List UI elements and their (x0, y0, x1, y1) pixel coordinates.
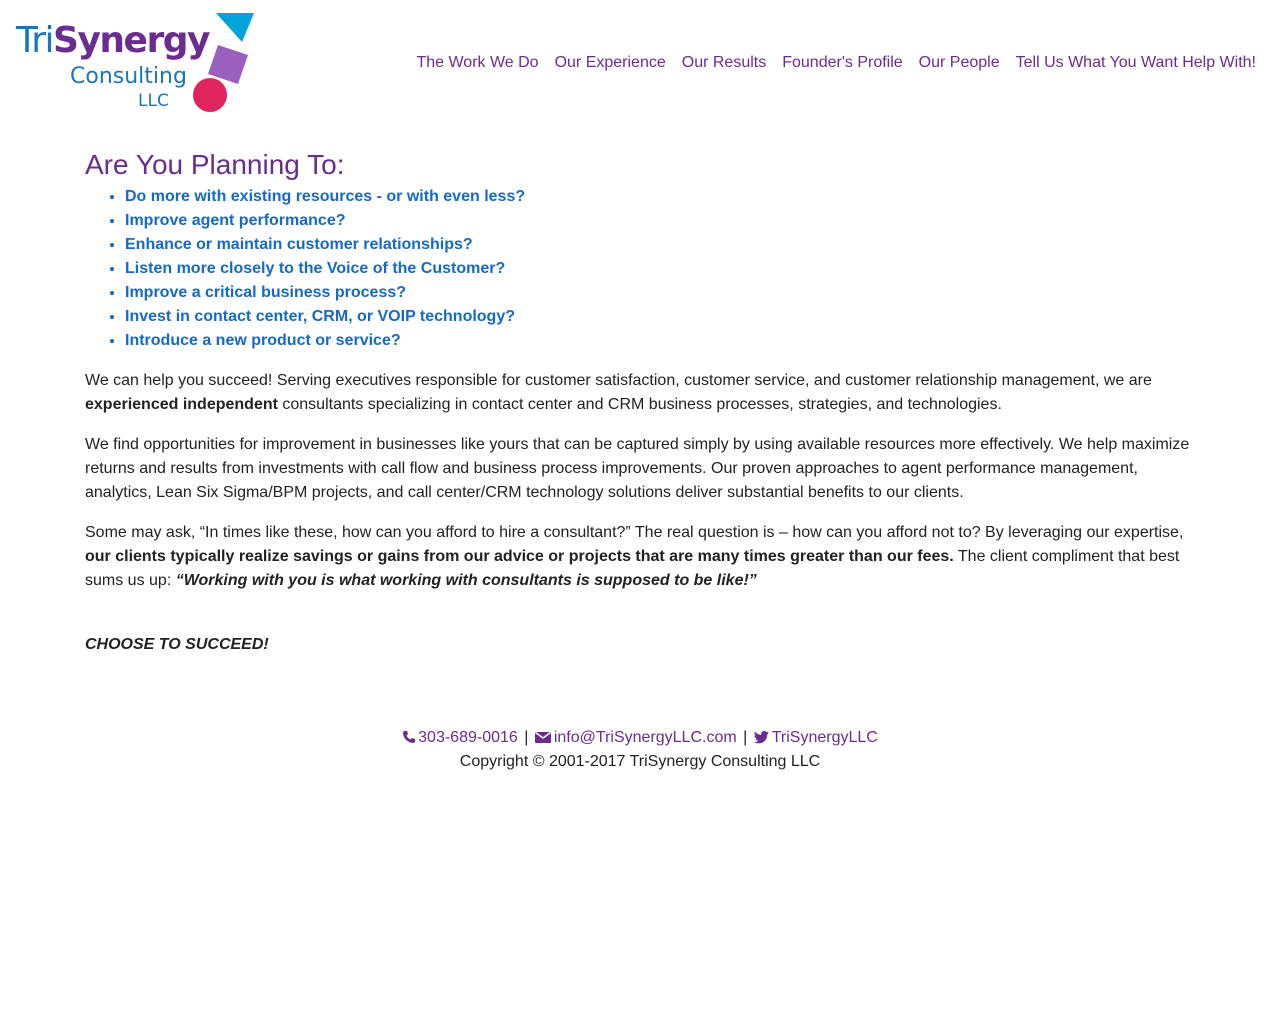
logo-text-tri: Tri (15, 20, 53, 61)
main-nav: The Work We Do Our Experience Our Result… (416, 54, 1256, 72)
phone-icon (403, 731, 416, 743)
nav-our-results[interactable]: Our Results (666, 54, 766, 72)
client-quote: “Working with you is what working with c… (175, 572, 757, 589)
nav-tell-us-help[interactable]: Tell Us What You Want Help With! (1000, 54, 1256, 72)
nav-our-people[interactable]: Our People (903, 54, 1000, 72)
planning-item: Enhance or maintain customer relationshi… (125, 233, 1200, 257)
svg-text:TriSynergy: TriSynergy (15, 20, 210, 61)
nav-founders-profile[interactable]: Founder's Profile (766, 54, 902, 72)
planning-item: Improve agent performance? (125, 209, 1200, 233)
planning-list: Do more with existing resources - or wit… (85, 185, 1200, 353)
page-heading: Are You Planning To: (85, 149, 345, 180)
nav-the-work-we-do[interactable]: The Work We Do (416, 54, 538, 72)
intro-paragraph: We can help you succeed! Serving executi… (85, 369, 1200, 417)
phone-number: 303-689-0016 (418, 729, 518, 746)
email-link[interactable]: info@TriSynergyLLC.com (534, 729, 737, 746)
copyright: Copyright © 2001-2017 TriSynergy Consult… (459, 753, 821, 770)
twitter-handle: TriSynergyLLC (771, 729, 878, 746)
intro-text-1: We can help you succeed! Serving executi… (85, 372, 1152, 389)
phone-link[interactable]: 303-689-0016 (402, 729, 518, 746)
planning-item: Invest in contact center, CRM, or VOIP t… (125, 305, 1200, 329)
logo-graphic: TriSynergy Consulting LLC (15, 13, 254, 112)
intro-bold: experienced independent (85, 396, 278, 413)
email-address: info@TriSynergyLLC.com (553, 729, 737, 746)
logo-text-llc: LLC (138, 91, 169, 111)
planning-item: Do more with existing resources - or wit… (125, 185, 1200, 209)
header: TriSynergy Consulting LLC The Work We Do… (0, 0, 1280, 130)
opportunities-paragraph: We find opportunities for improvement in… (85, 436, 1190, 501)
envelope-icon (534, 731, 551, 743)
trisynergy-logo[interactable]: TriSynergy Consulting LLC (14, 10, 259, 118)
value-paragraph: Some may ask, “In times like these, how … (85, 521, 1200, 593)
footer-separator: | (524, 729, 529, 746)
value-bold: our clients typically realize savings or… (85, 548, 954, 565)
planning-item: Improve a critical business process? (125, 281, 1200, 305)
logo-text-synergy: Synergy (53, 20, 210, 61)
value-text-1: Some may ask, “In times like these, how … (85, 524, 1184, 541)
logo-text-consulting: Consulting (70, 64, 187, 89)
planning-item: Introduce a new product or service? (125, 329, 1200, 353)
twitter-link[interactable]: TriSynergyLLC (753, 729, 878, 746)
intro-text-2: consultants specializing in contact cent… (277, 396, 1002, 413)
contact-line: 303-689-0016 | info@TriSynergyLLC.com | … (0, 726, 1280, 750)
nav-our-experience[interactable]: Our Experience (539, 54, 666, 72)
twitter-icon (753, 731, 769, 744)
footer: 303-689-0016 | info@TriSynergyLLC.com | … (0, 726, 1280, 774)
footer-separator: | (743, 729, 748, 746)
planning-item: Listen more closely to the Voice of the … (125, 257, 1200, 281)
closing-tagline: CHOOSE TO SUCCEED! (85, 636, 269, 653)
main-content: Are You Planning To: Do more with existi… (85, 145, 1200, 657)
